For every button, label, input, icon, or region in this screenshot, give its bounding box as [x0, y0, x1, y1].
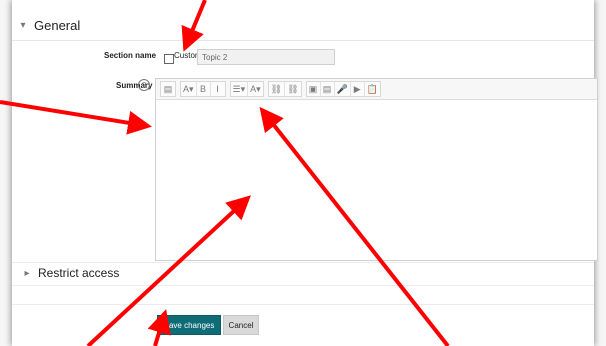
divider	[12, 40, 594, 41]
toolbar-group-4: ⛓ ⛓	[267, 81, 302, 97]
chevron-down-icon: ▾	[20, 20, 26, 31]
toggle-toolbar-icon: ▤	[163, 83, 173, 94]
manage-files-icon: 📋	[366, 83, 378, 94]
window-frame: ▾ General Section name Custom Topic 2 Su…	[0, 0, 606, 346]
divider	[12, 262, 594, 263]
bold-button[interactable]: B	[197, 82, 211, 96]
save-changes-button[interactable]: Save changes	[157, 315, 221, 335]
manage-files-button[interactable]: 📋	[365, 82, 380, 96]
chevron-right-icon: ▸	[24, 267, 30, 279]
image-icon: ▣	[308, 83, 318, 94]
help-icon[interactable]: ?	[138, 79, 150, 91]
editor-toolbar: ▤ A▾ B I ☰▾ A▾ ⛓ ⛓ ▣ ▤ 🎤 ▶ 📋	[156, 79, 597, 100]
record-video-button[interactable]: ▶	[351, 82, 365, 96]
custom-checkbox[interactable]	[164, 54, 174, 64]
section-name-label: Section name	[104, 51, 157, 60]
text-color-button[interactable]: A▾	[248, 82, 263, 96]
media-button[interactable]: ▤	[321, 82, 335, 96]
list-icon: ☰▾	[232, 83, 246, 94]
divider	[12, 285, 594, 286]
unlink-button[interactable]: ⛓	[285, 82, 300, 96]
toolbar-group-5: ▣ ▤ 🎤 ▶ 📋	[305, 81, 381, 97]
record-video-icon: ▶	[353, 83, 361, 94]
general-section-title: General	[34, 18, 81, 33]
heading-icon: A▾	[183, 83, 194, 94]
unlink-icon: ⛓	[287, 83, 299, 94]
section-name-input[interactable]: Topic 2	[197, 49, 335, 65]
toggle-toolbar-button[interactable]: ▤	[161, 82, 175, 96]
summary-editor[interactable]: ▤ A▾ B I ☰▾ A▾ ⛓ ⛓ ▣ ▤ 🎤 ▶ 📋	[155, 78, 598, 261]
link-icon: ⛓	[270, 83, 283, 94]
link-button[interactable]: ⛓	[269, 82, 286, 96]
restrict-access-header[interactable]: ▸ Restrict access	[22, 266, 119, 280]
text-color-icon: A▾	[250, 83, 261, 94]
toolbar-group-3: ☰▾ A▾	[229, 81, 264, 97]
toolbar-group-1: ▤	[160, 81, 176, 97]
media-icon: ▤	[322, 83, 332, 94]
italic-icon: I	[216, 84, 219, 94]
record-audio-button[interactable]: 🎤	[335, 82, 351, 96]
restrict-access-title: Restrict access	[38, 266, 120, 280]
list-button[interactable]: ☰▾	[231, 82, 249, 96]
general-section-header[interactable]: ▾ General	[18, 18, 80, 33]
divider	[12, 304, 594, 305]
italic-button[interactable]: I	[211, 82, 225, 96]
bold-icon: B	[200, 84, 207, 94]
heading-button[interactable]: A▾	[181, 82, 197, 96]
record-audio-icon: 🎤	[336, 83, 348, 94]
image-button[interactable]: ▣	[307, 82, 321, 96]
cancel-button[interactable]: Cancel	[223, 315, 259, 335]
toolbar-group-2: A▾ B I	[180, 81, 226, 97]
